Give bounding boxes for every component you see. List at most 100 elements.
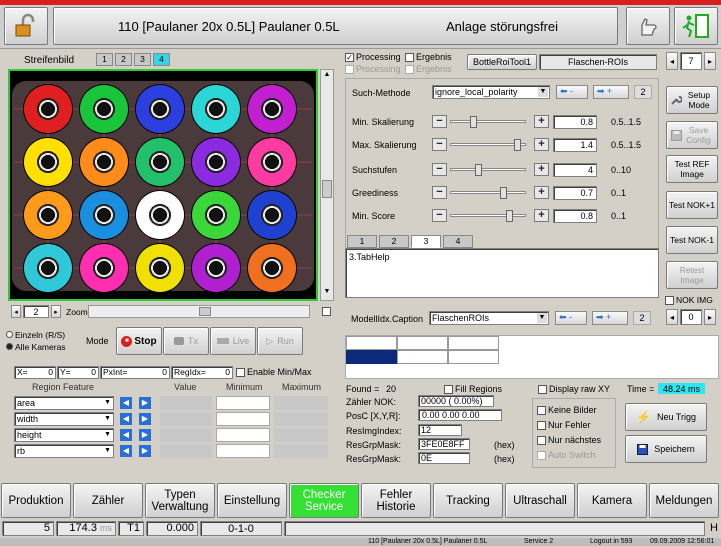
param-value[interactable]: 0.7 bbox=[553, 186, 597, 200]
param-slider-track[interactable] bbox=[450, 214, 526, 217]
region-min-cell[interactable] bbox=[216, 412, 270, 426]
image-vertical-scrollbar[interactable]: ▲ ▼ bbox=[320, 69, 334, 301]
region-prev-arrow[interactable]: ◀ bbox=[120, 445, 132, 457]
nok-img-checkbox[interactable] bbox=[665, 296, 674, 306]
param-value[interactable]: 0.8 bbox=[553, 115, 597, 129]
page-next-arrow[interactable]: ▸ bbox=[704, 52, 716, 70]
param-slider-thumb[interactable] bbox=[469, 116, 477, 128]
test-ref-image-button[interactable]: Test REF Image bbox=[666, 155, 718, 183]
nok-next-arrow[interactable]: ▸ bbox=[704, 309, 716, 325]
tool-button[interactable]: BottleRoiTool1 bbox=[467, 54, 537, 70]
scroll-up-arrow[interactable]: ▲ bbox=[322, 71, 332, 81]
such-methode-select[interactable]: ignore_local_polarity ▼ bbox=[432, 85, 550, 99]
decrease-button[interactable]: − bbox=[432, 209, 447, 222]
nav-kamera[interactable]: Kamera bbox=[577, 483, 647, 518]
region-prev-arrow[interactable]: ◀ bbox=[120, 429, 132, 441]
nav-ultraschall[interactable]: Ultraschall bbox=[505, 483, 575, 518]
model-next-button[interactable]: ➡ + bbox=[592, 311, 628, 325]
test-nok-minus-button[interactable]: Test NOK-1 bbox=[666, 226, 718, 254]
region-max-cell[interactable] bbox=[274, 396, 328, 410]
neu-trigg-button[interactable]: ⚡ Neu Trigg bbox=[625, 403, 707, 431]
test-nok-plus-button[interactable]: Test NOK+1 bbox=[666, 191, 718, 219]
nav-fehler-historie[interactable]: Fehler Historie bbox=[361, 483, 431, 518]
param-slider-thumb[interactable] bbox=[474, 164, 482, 176]
scroll-down-arrow[interactable]: ▼ bbox=[322, 288, 332, 298]
page-value[interactable]: 7 bbox=[680, 52, 702, 70]
fill-regions-checkbox[interactable] bbox=[444, 385, 453, 395]
param-slider-track[interactable] bbox=[450, 168, 526, 171]
page-prev-arrow[interactable]: ◂ bbox=[666, 52, 678, 70]
param-tab-4[interactable]: 4 bbox=[443, 235, 473, 248]
horizontal-scrollbar[interactable] bbox=[88, 305, 310, 318]
display-raw-checkbox[interactable] bbox=[538, 385, 547, 395]
zoom-value[interactable]: 2 bbox=[23, 305, 49, 318]
speichern-button[interactable]: Speichern bbox=[625, 435, 707, 463]
image-tab-1[interactable]: 1 bbox=[96, 53, 113, 66]
zoom-next-arrow[interactable]: ▸ bbox=[51, 305, 61, 318]
nav-checker-service[interactable]: Checker Service bbox=[289, 483, 359, 518]
region-prev-arrow[interactable]: ◀ bbox=[120, 397, 132, 409]
param-tab-3[interactable]: 3 bbox=[411, 235, 441, 248]
einzeln-option[interactable]: Einzeln (R/S) bbox=[6, 329, 66, 341]
nok-prev-arrow[interactable]: ◂ bbox=[666, 309, 678, 325]
param-slider-track[interactable] bbox=[450, 191, 526, 194]
processing-checkbox[interactable]: ✓ bbox=[345, 53, 354, 63]
nav-einstellung[interactable]: Einstellung bbox=[217, 483, 287, 518]
region-feature-select[interactable]: rb ▼ bbox=[14, 444, 114, 458]
nav-typen-verwaltung[interactable]: Typen Verwaltung bbox=[145, 483, 215, 518]
region-next-arrow[interactable]: ▶ bbox=[139, 397, 151, 409]
alle-kameras-option[interactable]: Alle Kameras bbox=[6, 341, 66, 353]
param-tab-2[interactable]: 2 bbox=[379, 235, 409, 248]
stop-button[interactable]: ■ Stop bbox=[116, 327, 162, 355]
region-max-cell[interactable] bbox=[274, 412, 328, 426]
setup-mode-button[interactable]: Setup Mode bbox=[666, 86, 718, 114]
zoom-prev-arrow[interactable]: ◂ bbox=[11, 305, 21, 318]
ergebnis-checkbox[interactable] bbox=[405, 53, 415, 63]
region-min-cell[interactable] bbox=[216, 444, 270, 458]
param-slider-thumb[interactable] bbox=[506, 210, 513, 222]
increase-button[interactable]: + bbox=[534, 163, 549, 176]
keine-bilder-checkbox[interactable] bbox=[537, 406, 546, 416]
nav-zähler[interactable]: Zähler bbox=[73, 483, 143, 518]
hscroll-thumb[interactable] bbox=[199, 307, 211, 316]
region-max-cell[interactable] bbox=[274, 444, 328, 458]
region-min-cell[interactable] bbox=[216, 428, 270, 442]
param-slider-thumb[interactable] bbox=[514, 139, 522, 151]
region-min-cell[interactable] bbox=[216, 396, 270, 410]
increase-button[interactable]: + bbox=[534, 138, 549, 151]
save-config-button[interactable]: Save Config bbox=[666, 121, 718, 149]
exit-button[interactable] bbox=[674, 7, 718, 45]
such-prev-button[interactable]: ⬅ - bbox=[556, 85, 588, 99]
increase-button[interactable]: + bbox=[534, 209, 549, 222]
nav-produktion[interactable]: Produktion bbox=[1, 483, 71, 518]
decrease-button[interactable]: − bbox=[432, 163, 447, 176]
lock-button[interactable] bbox=[4, 7, 48, 45]
increase-button[interactable]: + bbox=[534, 115, 549, 128]
region-feature-select[interactable]: area ▼ bbox=[14, 396, 114, 410]
image-tab-2[interactable]: 2 bbox=[115, 53, 132, 66]
region-max-cell[interactable] bbox=[274, 428, 328, 442]
scroll-thumb[interactable] bbox=[322, 180, 332, 198]
decrease-button[interactable]: − bbox=[432, 138, 447, 151]
model-select[interactable]: FlaschenROIs ▼ bbox=[429, 311, 549, 325]
enable-minmax-checkbox[interactable] bbox=[236, 368, 245, 378]
nav-tracking[interactable]: Tracking bbox=[433, 483, 503, 518]
region-feature-select[interactable]: height ▼ bbox=[14, 428, 114, 442]
param-slider-thumb[interactable] bbox=[500, 187, 508, 199]
param-value[interactable]: 1.4 bbox=[553, 138, 597, 152]
region-next-arrow[interactable]: ▶ bbox=[139, 429, 151, 441]
param-slider-track[interactable] bbox=[450, 120, 526, 123]
increase-button[interactable]: + bbox=[534, 186, 549, 199]
model-prev-button[interactable]: ⬅ - bbox=[555, 311, 587, 325]
nur-fehler-checkbox[interactable] bbox=[537, 421, 546, 431]
param-value[interactable]: 0.8 bbox=[553, 209, 597, 223]
live-button[interactable]: Live bbox=[210, 327, 256, 355]
nur-nachstes-checkbox[interactable] bbox=[537, 436, 546, 446]
tx-button[interactable]: Tx bbox=[163, 327, 209, 355]
nav-meldungen[interactable]: Meldungen bbox=[649, 483, 719, 518]
decrease-button[interactable]: − bbox=[432, 186, 447, 199]
run-button[interactable]: ▷ Run bbox=[257, 327, 303, 355]
region-next-arrow[interactable]: ▶ bbox=[139, 445, 151, 457]
region-next-arrow[interactable]: ▶ bbox=[139, 413, 151, 425]
nok-page-value[interactable]: 0 bbox=[680, 309, 702, 325]
